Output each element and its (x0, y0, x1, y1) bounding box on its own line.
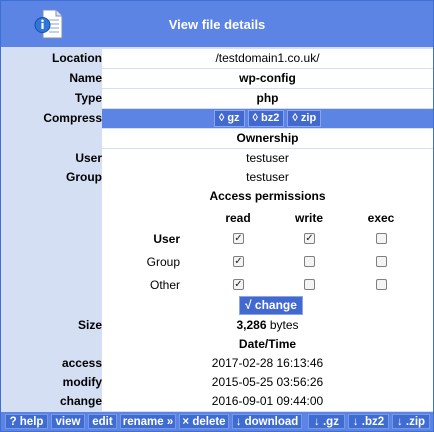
compress-label: Compress (43, 111, 102, 125)
ownership-header-row: Ownership (1, 129, 433, 148)
size-value-cell: 3,286 bytes (102, 316, 433, 335)
owner-user-value: testuser (102, 149, 433, 168)
change-value: 2016-09-01 09:44:00 (102, 392, 433, 411)
perm-other-read-checkbox[interactable]: ✓ (233, 279, 244, 290)
type-value: php (102, 89, 433, 108)
datetime-header-row: Date/Time (1, 335, 433, 354)
permissions-title: Access permissions (102, 187, 433, 206)
size-unit: bytes (269, 318, 299, 332)
access-value: 2017-02-28 16:13:46 (102, 354, 433, 373)
delete-button[interactable]: × delete (179, 414, 229, 429)
location-row: Location /testdomain1.co.uk/ (1, 49, 433, 68)
header-bar: View file details (1, 1, 433, 47)
change-label: change (59, 394, 102, 408)
name-label: Name (69, 71, 102, 85)
perm-group-exec-checkbox[interactable] (376, 256, 387, 267)
size-value: 3,286 (236, 318, 267, 332)
perm-col-read: read (225, 211, 251, 225)
perm-group-write-checkbox[interactable] (304, 256, 315, 267)
rename-button[interactable]: rename » (120, 414, 176, 429)
change-row: change 2016-09-01 09:44:00 (1, 392, 433, 411)
permissions-header-row: Access permissions (1, 187, 433, 206)
perm-other-exec-checkbox[interactable] (376, 279, 387, 290)
access-label: access (61, 356, 102, 370)
owner-group-value: testuser (102, 168, 433, 187)
owner-user-row: User testuser (1, 149, 433, 168)
compress-bz2-button[interactable]: ◊ bz2 (247, 110, 285, 127)
access-row: access 2017-02-28 16:13:46 (1, 354, 433, 373)
modify-row: modify 2015-05-25 03:56:26 (1, 373, 433, 392)
compress-gz-button[interactable]: ◊ gz (213, 110, 245, 127)
ownership-title: Ownership (102, 129, 433, 148)
perm-row-other-label: Other (149, 278, 180, 292)
file-details-panel: View file details Location /testdomain1.… (0, 0, 434, 432)
owner-group-row: Group testuser (1, 168, 433, 187)
help-button[interactable]: ? help (5, 414, 48, 429)
type-label: Type (74, 91, 102, 105)
name-row: Name wp-config (1, 69, 433, 88)
download-bz2-button[interactable]: ↓ .bz2 (348, 414, 389, 429)
page-title: View file details (168, 16, 266, 32)
edit-button[interactable]: edit (88, 414, 117, 429)
modify-label: modify (62, 375, 102, 389)
compress-options: ◊ gz ◊ bz2 ◊ zip (102, 109, 433, 128)
owner-user-label: User (75, 151, 102, 165)
perm-row-user-label: User (153, 232, 180, 246)
modify-value: 2015-05-25 03:56:26 (102, 373, 433, 392)
perm-group-read-checkbox[interactable]: ✓ (233, 256, 244, 267)
perm-user-exec-checkbox[interactable] (376, 233, 387, 244)
perm-col-write: write (294, 211, 323, 225)
type-row: Type php (1, 89, 433, 108)
owner-group-label: Group (66, 170, 102, 184)
perm-row-group-label: Group (146, 255, 180, 269)
file-info-icon (34, 9, 63, 39)
change-permissions-button[interactable]: √ change (239, 296, 303, 315)
download-gz-button[interactable]: ↓ .gz (308, 414, 345, 429)
location-label: Location (52, 51, 102, 65)
size-label: Size (77, 318, 102, 332)
perm-col-exec: exec (367, 211, 395, 225)
action-toolbar: ? help view edit rename » × delete ↓ dow… (1, 412, 433, 431)
perm-user-read-checkbox[interactable]: ✓ (233, 233, 244, 244)
permissions-grid: read write exec User ✓ ✓ Group ✓ Other ✓… (102, 205, 433, 317)
name-value: wp-config (102, 69, 433, 88)
perm-other-write-checkbox[interactable] (304, 279, 315, 290)
download-zip-button[interactable]: ↓ .zip (392, 414, 430, 429)
compress-zip-button[interactable]: ◊ zip (287, 110, 322, 127)
compress-row: Compress ◊ gz ◊ bz2 ◊ zip (1, 109, 433, 128)
location-value: /testdomain1.co.uk/ (102, 49, 433, 68)
download-button[interactable]: ↓ download (232, 414, 302, 429)
datetime-title: Date/Time (102, 335, 433, 354)
size-row: Size 3,286 bytes (1, 316, 433, 335)
perm-user-write-checkbox[interactable]: ✓ (304, 233, 315, 244)
view-button[interactable]: view (51, 414, 85, 429)
